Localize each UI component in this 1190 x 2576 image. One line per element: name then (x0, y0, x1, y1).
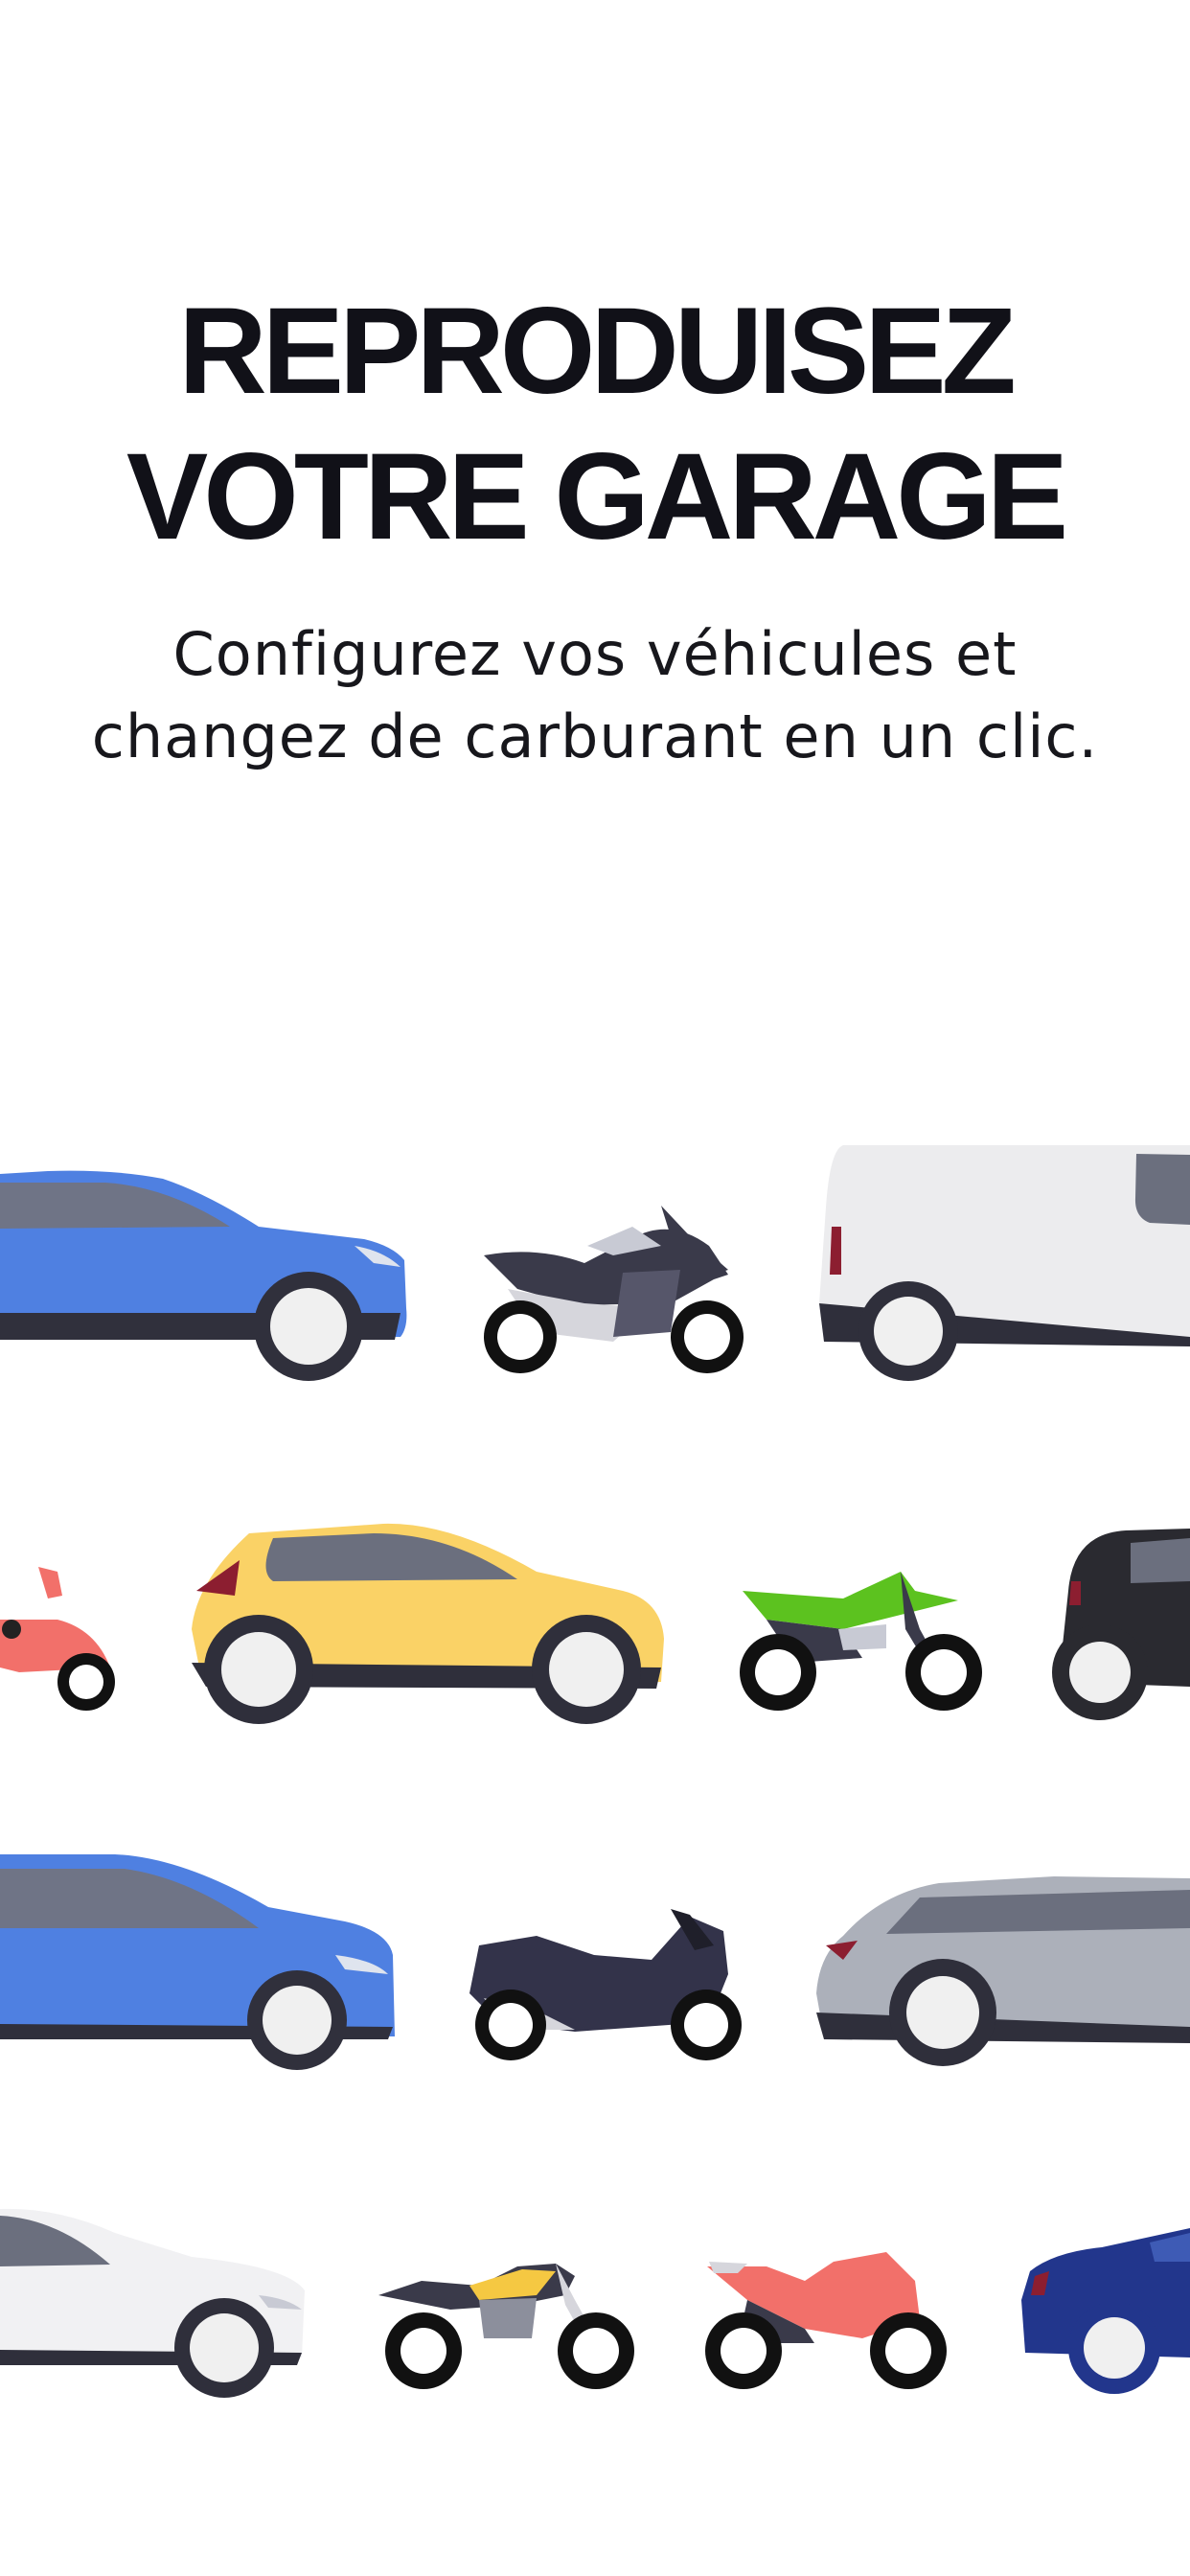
sport-motorcycle-illustration (705, 2252, 947, 2389)
yellow-hatchback-illustration (192, 1523, 664, 1724)
blue-wagon-illustration (0, 1854, 395, 2070)
silver-estate-illustration (816, 1876, 1190, 2066)
black-city-car-illustration (1052, 1529, 1190, 1720)
white-sedan-illustration (0, 2208, 305, 2398)
white-van-illustration (819, 1145, 1190, 1381)
roadster-motorcycle-illustration (378, 2264, 634, 2389)
adventure-motorcycle-illustration (484, 1206, 744, 1373)
maxi-scooter-illustration (469, 1909, 742, 2060)
scooter-illustration (0, 1567, 115, 1711)
vehicles-illustration (0, 1145, 1190, 2398)
dark-blue-car-illustration (1021, 2228, 1190, 2394)
blue-suv-illustration (0, 1170, 407, 1381)
dirt-bike-illustration (740, 1572, 982, 1711)
